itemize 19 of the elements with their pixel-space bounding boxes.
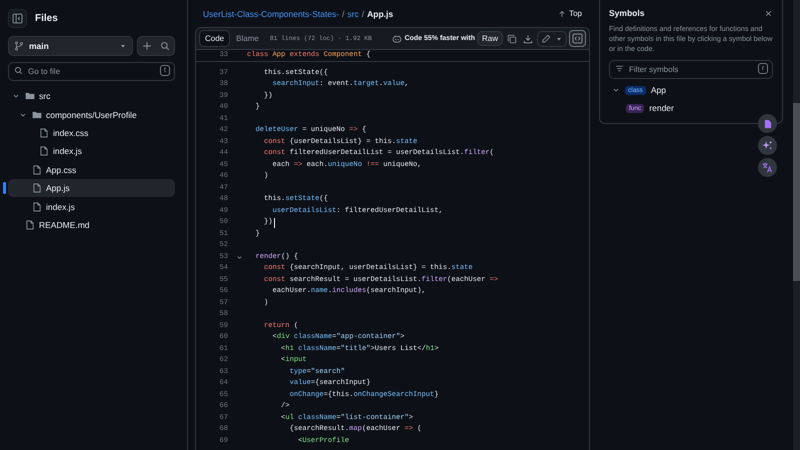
file-tree-item[interactable]: components/UserProfile	[8, 105, 175, 124]
view-tab[interactable]: Code	[199, 30, 230, 47]
breadcrumb-current-file: App.js	[367, 8, 394, 18]
file-tree-item[interactable]: App.css	[8, 160, 175, 179]
breadcrumb-separator: /	[342, 8, 344, 18]
file-tree-item[interactable]: src	[8, 87, 175, 106]
panel-title: Symbols	[609, 8, 644, 18]
sidebar-title: Files	[35, 12, 58, 24]
breadcrumb-separator: /	[362, 8, 364, 18]
file-tree-item[interactable]: index.css	[8, 124, 175, 142]
branch-selector[interactable]: main	[8, 36, 133, 56]
file-tree-item[interactable]: index.js	[8, 197, 175, 216]
file-tree-item[interactable]: README.md	[8, 216, 175, 234]
view-tab[interactable]: Blame	[230, 30, 265, 47]
top-link[interactable]: Top	[558, 9, 582, 18]
breadcrumb-link[interactable]: src	[347, 8, 359, 18]
file-tree-item[interactable]: index.js	[8, 142, 175, 161]
raw-button[interactable]: Raw	[476, 31, 503, 46]
breadcrumb-link[interactable]: UserList-Class-Components-States-	[203, 8, 340, 18]
